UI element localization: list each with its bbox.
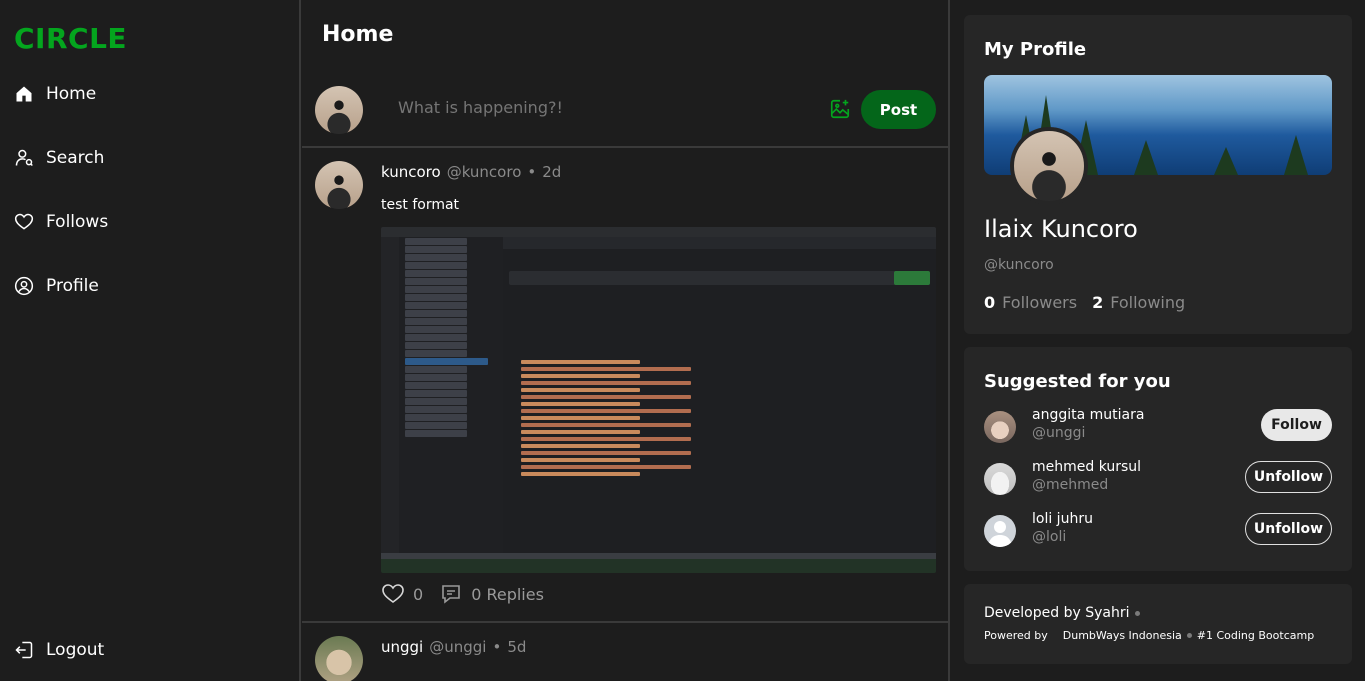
suggested-avatar[interactable] xyxy=(984,411,1016,443)
thread-header: unggi @unggi • 5d xyxy=(381,638,526,656)
default-user-icon xyxy=(988,521,1012,547)
profile-stats: 0 Followers 2 Following xyxy=(984,293,1193,312)
thread-actions: 0 0 Replies xyxy=(381,582,544,606)
thread-author-name[interactable]: kuncoro xyxy=(381,163,441,181)
follow-button[interactable]: Follow xyxy=(1261,409,1332,441)
image-add-icon[interactable] xyxy=(829,98,851,120)
composer: Post xyxy=(302,70,948,148)
nav-label-home: Home xyxy=(46,84,97,104)
ide-file-tree xyxy=(399,237,503,553)
page-title: Home xyxy=(322,22,394,47)
profile-handle: @kuncoro xyxy=(984,257,1054,273)
ide-send-button xyxy=(894,271,930,285)
github-icon[interactable] xyxy=(1135,610,1141,616)
like-heart-icon[interactable] xyxy=(381,582,405,606)
developer-credit: Developed by Syahri xyxy=(984,605,1130,621)
thread-author-name[interactable]: unggi xyxy=(381,638,423,656)
my-profile-title: My Profile xyxy=(984,39,1087,60)
thread-avatar[interactable] xyxy=(315,636,363,681)
composer-avatar xyxy=(315,86,363,134)
following-count: 2 xyxy=(1092,293,1104,312)
following-label[interactable]: Following xyxy=(1110,293,1185,312)
nav-item-profile[interactable]: Profile xyxy=(14,276,99,296)
thread-age: 5d xyxy=(507,638,527,656)
company-name[interactable]: DumbWays Indonesia xyxy=(1063,629,1182,642)
nav-label-profile: Profile xyxy=(46,276,99,296)
suggested-handle: @mehmed xyxy=(1032,477,1109,493)
logo[interactable]: CIRCLE xyxy=(14,22,127,55)
nav-item-home[interactable]: Home xyxy=(14,84,96,104)
nav-label-follows: Follows xyxy=(46,212,109,232)
suggested-name[interactable]: mehmed kursul xyxy=(1032,459,1141,475)
suggested-title: Suggested for you xyxy=(984,371,1171,392)
user-search-icon xyxy=(15,149,33,167)
nav-item-follows[interactable]: Follows xyxy=(14,212,108,232)
user-circle-icon xyxy=(14,276,34,296)
thread-avatar[interactable] xyxy=(315,161,363,209)
footer-powered: Powered by DumbWays Indonesia #1 Coding … xyxy=(984,629,1314,642)
thread-item[interactable]: kuncoro @kuncoro • 2d test format 0 0 Re… xyxy=(302,148,948,623)
thread-image[interactable] xyxy=(381,227,936,573)
footer-developer: Developed by Syahri xyxy=(984,605,1141,621)
followers-label[interactable]: Followers xyxy=(1002,293,1077,312)
nav-label-search: Search xyxy=(46,148,105,168)
logout-icon xyxy=(15,641,33,659)
ide-tabs xyxy=(503,237,936,249)
dumbways-logo-icon xyxy=(1053,633,1058,638)
suggested-avatar[interactable] xyxy=(984,515,1016,547)
nav-item-search[interactable]: Search xyxy=(14,148,104,168)
suggested-user: anggita mutiara @unggi Follow xyxy=(984,407,1332,451)
profile-name: Ilaix Kuncoro xyxy=(984,215,1138,243)
unfollow-button[interactable]: Unfollow xyxy=(1245,513,1332,545)
post-button[interactable]: Post xyxy=(861,90,936,129)
suggested-user: mehmed kursul @mehmed Unfollow xyxy=(984,459,1332,503)
suggested-card: Suggested for you anggita mutiara @unggi… xyxy=(964,347,1352,571)
separator-dot xyxy=(1186,633,1192,638)
powered-by-label: Powered by xyxy=(984,629,1048,642)
thread-item[interactable]: unggi @unggi • 5d xyxy=(302,623,948,681)
suggested-handle: @unggi xyxy=(1032,425,1086,441)
thread-content: test format xyxy=(381,197,460,213)
sidebar: CIRCLE Home Search Follows Profile Logou… xyxy=(0,0,301,681)
like-count: 0 xyxy=(413,584,424,604)
feed: Home Post kuncoro @kuncoro • 2d test for… xyxy=(302,0,950,681)
my-profile-card: My Profile Ilaix Kuncoro @kuncoro 0 Foll… xyxy=(964,15,1352,334)
ide-json-body xyxy=(521,357,691,479)
os-taskbar xyxy=(381,559,936,573)
suggested-user: loli juhru @loli Unfollow xyxy=(984,511,1332,555)
thread-author-handle: @kuncoro xyxy=(446,163,522,181)
composer-input[interactable] xyxy=(398,98,798,117)
suggested-name[interactable]: anggita mutiara xyxy=(1032,407,1144,423)
unfollow-button[interactable]: Unfollow xyxy=(1245,461,1332,493)
company-tagline: #1 Coding Bootcamp xyxy=(1196,629,1315,642)
suggested-avatar[interactable] xyxy=(984,463,1016,495)
thread-separator: • xyxy=(527,163,537,181)
footer-card: Developed by Syahri Powered by DumbWays … xyxy=(964,584,1352,664)
thread-author-handle: @unggi xyxy=(429,638,487,656)
logout-button[interactable]: Logout xyxy=(14,640,104,660)
ide-activity-bar xyxy=(381,237,399,563)
ide-request-url xyxy=(509,271,930,285)
followers-count: 0 xyxy=(984,293,996,312)
thread-separator: • xyxy=(492,638,502,656)
logout-label: Logout xyxy=(46,640,105,660)
reply-count[interactable]: 0 Replies xyxy=(471,585,544,604)
suggested-handle: @loli xyxy=(1032,529,1067,545)
reply-comment-icon[interactable] xyxy=(439,582,463,606)
thread-age: 2d xyxy=(542,163,562,181)
profile-avatar[interactable] xyxy=(1010,127,1088,205)
home-icon xyxy=(16,86,32,102)
ide-titlebar xyxy=(381,227,936,237)
app: CIRCLE Home Search Follows Profile Logou… xyxy=(0,0,1365,681)
suggested-name[interactable]: loli juhru xyxy=(1032,511,1093,527)
thread-header: kuncoro @kuncoro • 2d xyxy=(381,163,561,181)
heart-icon xyxy=(14,213,34,230)
